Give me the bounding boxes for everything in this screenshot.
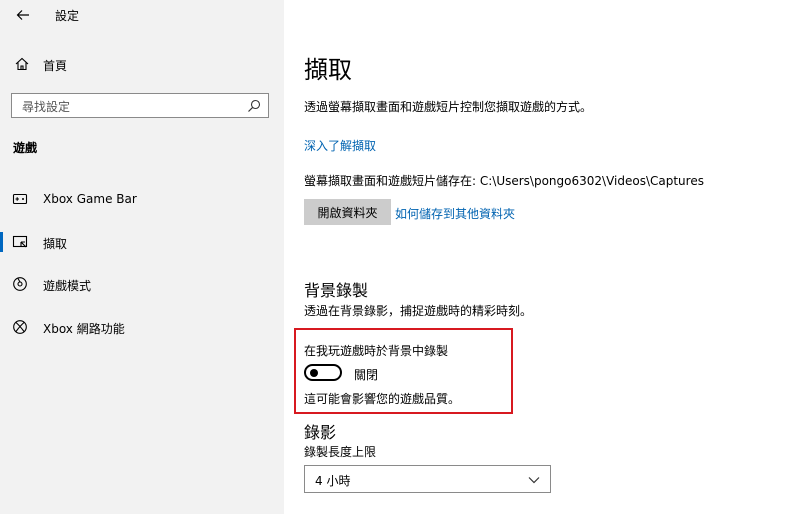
chevron-down-icon: [528, 477, 540, 484]
sidebar-item-home[interactable]: 首頁: [0, 52, 284, 78]
search-placeholder: 尋找設定: [22, 100, 71, 114]
selection-indicator: [0, 232, 3, 252]
recording-length-label: 錄製長度上限: [304, 445, 377, 459]
sidebar-item-label: 遊戲模式: [43, 279, 92, 293]
capture-icon: [12, 235, 28, 248]
performance-note: 這可能會影響您的遊戲品質。: [304, 392, 461, 406]
sidebar-item-xbox-game-bar[interactable]: Xbox Game Bar: [0, 184, 284, 214]
background-recording-heading: 背景錄製: [304, 281, 369, 300]
xbox-icon: [13, 320, 27, 334]
page-description: 透過螢幕擷取畫面和遊戲短片控制您擷取遊戲的方式。: [304, 100, 593, 114]
back-button[interactable]: [12, 5, 34, 25]
game-mode-icon: [13, 277, 27, 291]
sidebar-item-label: Xbox Game Bar: [43, 192, 137, 206]
background-recording-description: 透過在背景錄影，捕捉遊戲時的精彩時刻。: [304, 304, 533, 318]
sidebar-item-xbox-networking[interactable]: Xbox 網路功能: [0, 312, 284, 342]
other-folder-link[interactable]: 如何儲存到其他資料夾: [395, 205, 515, 222]
toggle-knob: [310, 369, 318, 377]
sidebar: 設定 首頁 尋找設定 遊戲 Xbox Game Bar 擷取 遊戲模式 Xbox…: [0, 0, 284, 514]
app-title: 設定: [55, 9, 80, 23]
search-input[interactable]: 尋找設定: [11, 93, 269, 118]
open-folder-button[interactable]: 開啟資料夾: [304, 199, 391, 225]
toggle-state-text: 關閉: [354, 368, 379, 382]
back-arrow-icon: [16, 10, 29, 20]
dropdown-selected-value: 4 小時: [315, 474, 351, 488]
sidebar-item-label: 首頁: [43, 59, 68, 73]
background-record-toggle[interactable]: [304, 364, 342, 381]
sidebar-item-capture[interactable]: 擷取: [0, 227, 284, 257]
page-title: 擷取: [304, 56, 352, 84]
sidebar-item-label: 擷取: [43, 237, 68, 251]
xbox-game-bar-icon: [12, 193, 28, 205]
save-path-text: 螢幕擷取畫面和遊戲短片儲存在: C:\Users\pongo6302\Video…: [304, 174, 704, 188]
background-record-toggle-label: 在我玩遊戲時於背景中錄製: [304, 344, 449, 358]
search-icon: [248, 99, 261, 112]
sidebar-item-label: Xbox 網路功能: [43, 322, 125, 336]
section-label: 遊戲: [13, 141, 38, 155]
sidebar-item-game-mode[interactable]: 遊戲模式: [0, 269, 284, 299]
main-content: 擷取 透過螢幕擷取畫面和遊戲短片控制您擷取遊戲的方式。 深入了解擷取 螢幕擷取畫…: [284, 0, 800, 514]
learn-more-link[interactable]: 深入了解擷取: [304, 137, 376, 154]
home-icon: [15, 57, 29, 71]
recording-heading: 錄影: [304, 423, 337, 442]
recording-length-dropdown[interactable]: 4 小時: [304, 465, 551, 493]
